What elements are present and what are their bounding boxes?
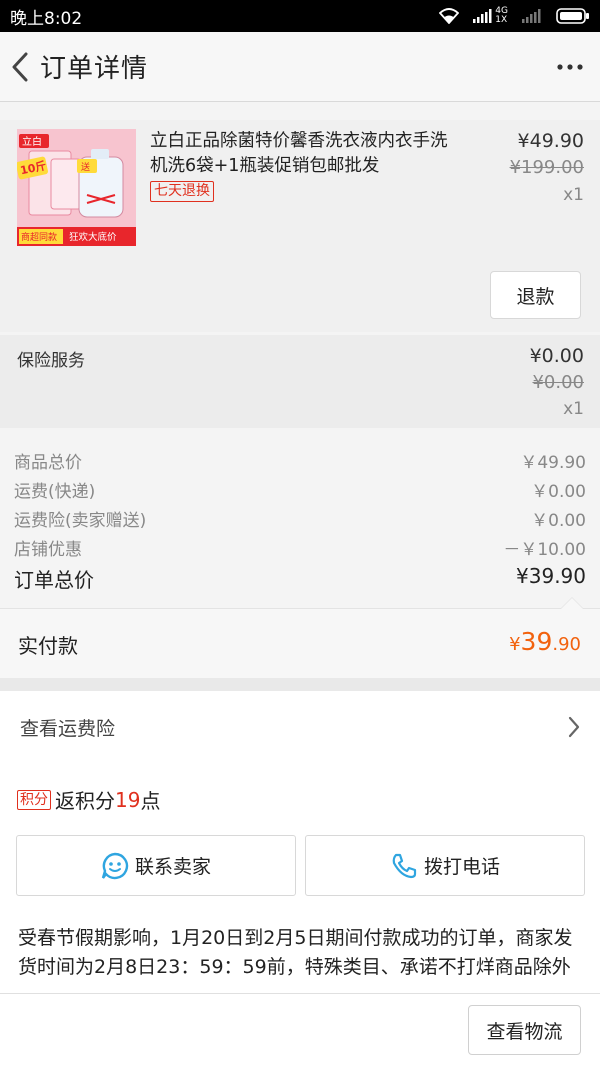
chat-face-icon <box>101 852 129 879</box>
return-policy-badge: 七天退换 <box>150 181 214 202</box>
freight-insurance-row[interactable]: 查看运费险 <box>0 691 600 763</box>
summary-row: 商品总价 ￥49.90 <box>14 448 586 473</box>
section-divider <box>0 678 600 691</box>
summary-row: 运费(快递) ￥0.00 <box>14 477 586 502</box>
product-image-brand: 立白 <box>22 135 42 148</box>
call-phone-button[interactable]: 拨打电话 <box>305 835 585 896</box>
refund-button[interactable]: 退款 <box>490 271 581 319</box>
summary-label: 店铺优惠 <box>14 540 82 560</box>
status-bar: 晚上8:02 4G 1X <box>0 0 600 32</box>
paid-value: ¥39.90 <box>509 627 581 656</box>
back-button[interactable] <box>2 32 38 102</box>
points-reward: 积分 返积分 19 点 <box>17 785 160 814</box>
summary-value: －￥10.00 <box>503 540 586 560</box>
wifi-icon <box>439 8 460 24</box>
product-original-price: ¥199.00 <box>509 157 584 178</box>
summary-value: ￥0.00 <box>531 511 586 531</box>
product-image-banner-left: 商超同款 <box>21 231 57 243</box>
paid-currency: ¥ <box>509 634 521 655</box>
product-price: ¥49.90 <box>517 130 584 152</box>
holiday-notice: 受春节假期影响，1月20日到2月5日期间付款成功的订单，商家发货时间为2月8日2… <box>18 927 573 978</box>
summary-label: 运费(快递) <box>14 482 96 502</box>
call-phone-label: 拨打电话 <box>423 856 500 878</box>
points-suffix: 点 <box>140 789 161 813</box>
view-logistics-button[interactable]: 查看物流 <box>468 1005 581 1055</box>
summary-value: ￥49.90 <box>520 453 586 473</box>
network-type-1x: 1X <box>495 15 508 25</box>
summary-row: 店铺优惠 －￥10.00 <box>14 535 586 560</box>
order-total-label: 订单总价 <box>14 568 94 592</box>
contact-seller-button[interactable]: 联系卖家 <box>16 835 296 896</box>
nav-header: 订单详情 <box>0 32 600 102</box>
insurance-quantity: x1 <box>563 399 584 419</box>
product-quantity: x1 <box>563 185 584 205</box>
order-total-row: 订单总价 ¥39.90 <box>14 564 586 593</box>
paid-decimal: .90 <box>552 634 581 655</box>
freight-insurance-label: 查看运费险 <box>20 717 116 740</box>
points-prefix: 返积分 <box>55 789 115 813</box>
summary-label: 运费险(卖家赠送) <box>14 511 147 531</box>
insurance-price: ¥0.00 <box>529 345 584 367</box>
product-image[interactable]: 立白 10斤 送 商超同款 狂欢大底价 <box>17 129 136 246</box>
phone-icon <box>392 853 417 878</box>
page-title: 订单详情 <box>40 54 149 84</box>
bottom-action-bar: 查看物流 <box>0 993 600 1067</box>
pointer-arrow <box>560 597 584 609</box>
paid-label: 实付款 <box>18 634 78 658</box>
price-summary: 商品总价 ￥49.90 运费(快递) ￥0.00 运费险(卖家赠送) ￥0.00… <box>0 442 600 608</box>
insurance-service: 保险服务 ¥0.00 ¥0.00 x1 <box>0 335 600 428</box>
more-button[interactable] <box>540 32 600 102</box>
product-image-banner-right: 狂欢大底价 <box>69 231 117 243</box>
paid-amount: 实付款 ¥39.90 <box>0 597 600 678</box>
more-dots-icon <box>557 63 583 70</box>
product-image-promo-side: 送 <box>81 161 90 173</box>
battery-icon <box>556 8 589 24</box>
insurance-label: 保险服务 <box>17 351 85 371</box>
summary-label: 商品总价 <box>14 453 82 473</box>
signal-weak-icon <box>522 9 541 23</box>
contact-seller-label: 联系卖家 <box>134 856 211 878</box>
product-title[interactable]: 立白正品除菌特价馨香洗衣液内衣手洗机洗6袋+1瓶装促销包邮批发 <box>150 129 450 179</box>
points-count: 19 <box>115 787 141 812</box>
chevron-right-icon <box>568 716 580 738</box>
insurance-original-price: ¥0.00 <box>532 372 584 393</box>
signal-icon <box>473 9 492 23</box>
summary-value: ￥0.00 <box>531 482 586 502</box>
chevron-left-icon <box>12 52 28 81</box>
paid-integer: 39 <box>520 627 553 656</box>
points-badge: 积分 <box>17 789 51 810</box>
product-card[interactable]: 立白 10斤 送 商超同款 狂欢大底价 立白正品除菌特价馨香洗衣液内衣手洗机洗6… <box>0 120 600 332</box>
status-time: 晚上8:02 <box>10 8 83 29</box>
order-total-value: ¥39.90 <box>516 564 586 588</box>
summary-row: 运费险(卖家赠送) ￥0.00 <box>14 506 586 531</box>
